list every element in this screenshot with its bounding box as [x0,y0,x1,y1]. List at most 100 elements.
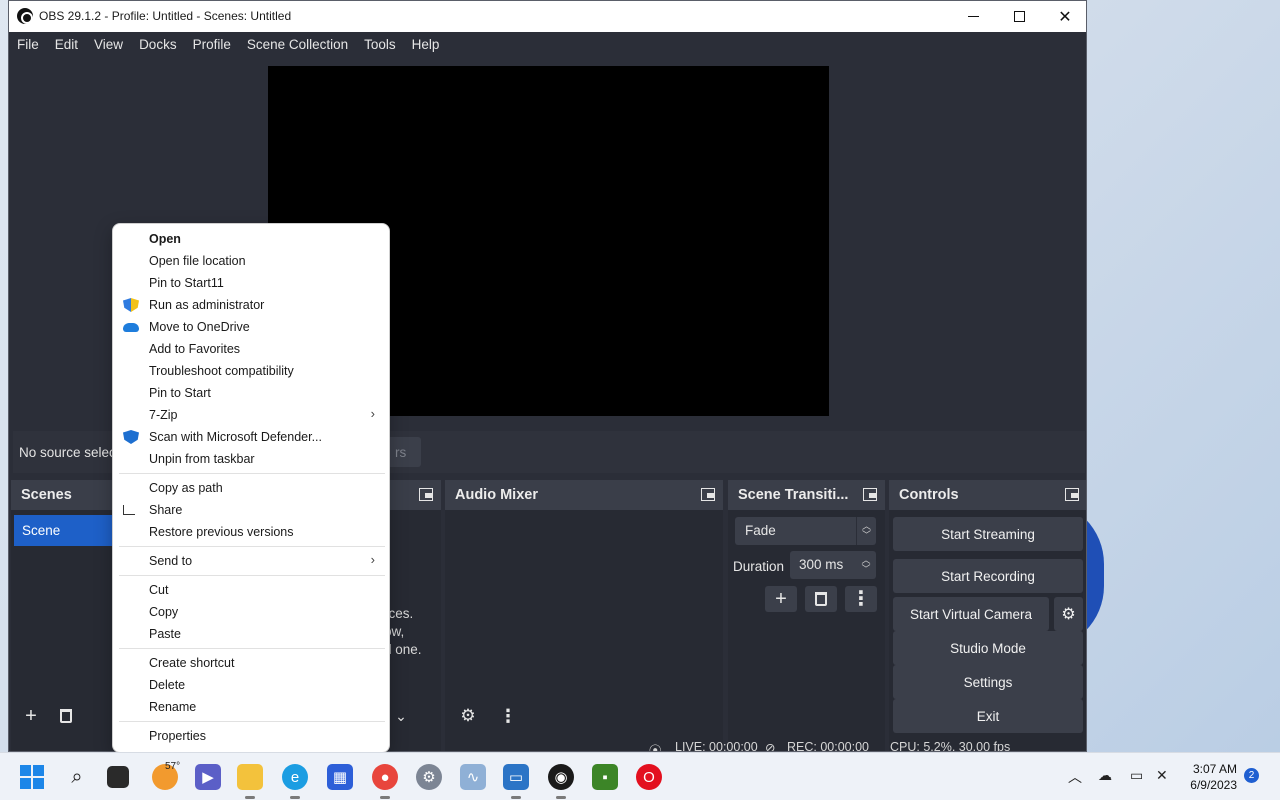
ctx-move-to-onedrive[interactable]: Move to OneDrive [113,316,389,338]
menu-docks[interactable]: Docks [139,37,177,52]
rec-status-icon: ⊘ [765,741,776,752]
task-view-button[interactable] [107,766,129,788]
start-virtual-camera-button[interactable]: Start Virtual Camera [893,597,1049,631]
onedrive-tray-icon[interactable]: ☁ [1098,767,1112,784]
chrome-button[interactable]: ● [372,764,398,799]
audio-menu-button[interactable]: ⋮ [493,703,523,729]
window-app-button[interactable]: ▭ [503,764,529,799]
ctx-delete[interactable]: Delete [113,674,389,696]
menu-edit[interactable]: Edit [55,37,78,52]
add-scene-button[interactable]: + [16,703,46,729]
dock-float-icon[interactable] [1065,488,1079,501]
menu-view[interactable]: View [94,37,123,52]
edge-button[interactable]: e [282,764,308,799]
minecraft-icon: ▪ [602,768,608,786]
transition-select[interactable]: Fade ︿ ﹀ [735,517,876,545]
spin-arrows-icon[interactable]: ︿ ﹀ [856,551,876,579]
ctx-label: Rename [149,700,197,714]
menu-profile[interactable]: Profile [193,37,231,52]
search-button[interactable]: ⌕ [64,764,90,790]
ctx-open-file-location[interactable]: Open file location [113,250,389,272]
plus-icon: + [775,587,787,610]
ctx-pin-to-start[interactable]: Pin to Start [113,382,389,404]
ctx-label: Move to OneDrive [149,320,250,334]
obs-taskbar-button[interactable]: ◉ [548,764,574,799]
ctx-label: Properties [149,729,206,743]
maximize-button[interactable] [996,1,1042,32]
settings-app-button[interactable]: ⚙ [416,764,442,790]
audio-settings-button[interactable]: ⚙ [453,703,483,729]
minecraft-button[interactable]: ▪ [592,764,618,790]
menu-tools[interactable]: Tools [364,37,396,52]
ctx-pin-start11[interactable]: Pin to Start11 [113,272,389,294]
window-app-icon: ▭ [508,769,524,786]
ctx-troubleshoot[interactable]: Troubleshoot compatibility [113,360,389,382]
scene-transitions-dock: Scene Transiti... Fade ︿ ﹀ Duration 300 m… [728,480,885,751]
ctx-send-to[interactable]: Send to › [113,550,389,572]
spin-arrows-icon: ︿ ﹀ [856,517,876,545]
dock-float-icon[interactable] [419,488,433,501]
start-button[interactable] [19,764,45,790]
ctx-label: Scan with Microsoft Defender... [149,430,322,444]
ctx-add-to-favorites[interactable]: Add to Favorites [113,338,389,360]
gear-icon: ⚙ [460,706,476,725]
dock-float-icon[interactable] [701,488,715,501]
transitions-title: Scene Transiti... [738,487,849,503]
close-button[interactable]: ✕ [1042,1,1086,32]
chrome-icon: ● [380,768,390,786]
ctx-copy-as-path[interactable]: Copy as path [113,477,389,499]
dock-float-icon[interactable] [863,488,877,501]
ctx-paste[interactable]: Paste [113,623,389,645]
exit-button[interactable]: Exit [893,699,1083,733]
menu-scene-collection[interactable]: Scene Collection [247,37,348,52]
menu-file[interactable]: File [17,37,39,52]
ctx-copy[interactable]: Copy [113,601,389,623]
ctx-restore-versions[interactable]: Restore previous versions [113,521,389,543]
tray-overflow-chevron-icon[interactable]: ︿ [1068,767,1082,787]
ctx-open[interactable]: Open [113,228,389,250]
virtual-camera-settings-button[interactable]: ⚙ [1054,597,1083,631]
menu-help[interactable]: Help [412,37,440,52]
store-icon: ▦ [332,769,348,786]
duration-spinbox[interactable]: 300 ms ︿ ﹀ [790,551,876,579]
teams-button[interactable]: ▶ [195,764,221,790]
volume-tray-icon[interactable]: ✕ [1156,767,1168,784]
start-streaming-button[interactable]: Start Streaming [893,517,1083,551]
ctx-cut[interactable]: Cut [113,579,389,601]
remove-transition-button[interactable] [805,586,837,612]
studio-mode-button[interactable]: Studio Mode [893,631,1083,665]
settings-icon: ⚙ [422,769,436,786]
ctx-label: Share [149,503,183,517]
file-explorer-button[interactable] [237,764,263,799]
sources-more-button[interactable]: ⌄ [386,703,416,729]
ctx-create-shortcut[interactable]: Create shortcut [113,652,389,674]
ctx-run-as-admin[interactable]: Run as administrator [113,294,389,316]
transition-menu-button[interactable]: ⋮ [845,586,877,612]
ctx-label: Troubleshoot compatibility [149,364,294,378]
remove-scene-button[interactable] [51,703,81,729]
title-bar[interactable]: OBS 29.1.2 - Profile: Untitled - Scenes:… [9,1,1086,32]
ctx-share[interactable]: Share [113,499,389,521]
settings-button[interactable]: Settings [893,665,1083,699]
ctx-properties[interactable]: Properties [113,725,389,747]
ctx-label: 7-Zip [149,408,178,422]
ctx-7zip[interactable]: 7-Zip › [113,404,389,426]
minimize-button[interactable] [950,1,996,32]
store-button[interactable]: ▦ [327,764,353,790]
controls-title: Controls [899,487,959,503]
opera-icon: O [643,768,655,786]
add-transition-button[interactable]: + [765,586,797,612]
opera-button[interactable]: O [636,764,662,790]
network-tray-icon[interactable]: ▭ [1130,767,1143,784]
chevron-down-icon: ⌄ [395,707,407,724]
no-source-label: No source selec [19,445,116,460]
photos-button[interactable]: ∿ [460,764,486,790]
weather-temp: 57° [165,761,181,772]
ctx-rename[interactable]: Rename [113,696,389,718]
start-recording-button[interactable]: Start Recording [893,559,1083,593]
ctx-scan-defender[interactable]: Scan with Microsoft Defender... [113,426,389,448]
ctx-unpin-taskbar[interactable]: Unpin from taskbar [113,448,389,470]
notification-badge[interactable]: 2 [1244,768,1259,783]
taskbar-clock[interactable]: 3:07 AM 6/9/2023 [1183,761,1237,793]
audio-mixer-header: Audio Mixer [445,480,723,510]
